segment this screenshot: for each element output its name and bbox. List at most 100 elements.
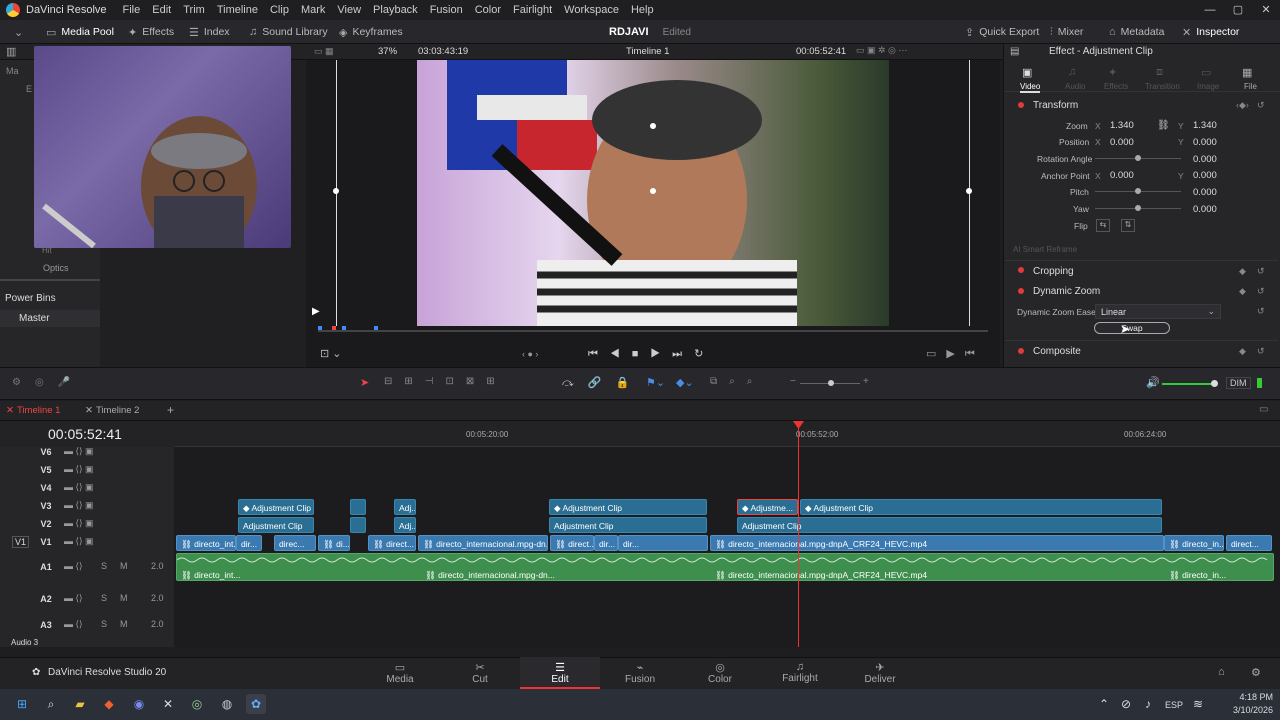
- tab-effects[interactable]: Effects: [1104, 82, 1128, 91]
- adjustment-clip[interactable]: ◆ Adjustment Clip: [238, 499, 314, 515]
- video-clip[interactable]: dir...: [236, 535, 262, 551]
- adjustment-clip[interactable]: [350, 517, 366, 533]
- viewer-options-icon[interactable]: ▭ ▦: [314, 46, 334, 57]
- dim-button[interactable]: DIM: [1226, 377, 1251, 389]
- track-header-v6[interactable]: V6 ▬ ⟨⟩ ▣: [0, 443, 174, 461]
- wifi-icon[interactable]: ≋: [1188, 694, 1208, 714]
- scrubber-bar[interactable]: [318, 330, 988, 332]
- menu-workspace[interactable]: Workspace: [564, 4, 619, 16]
- discord-icon[interactable]: ◉: [129, 694, 149, 714]
- x-app-icon[interactable]: ✕: [158, 694, 178, 714]
- adjustment-clip[interactable]: Adjustment Clip: [238, 517, 314, 533]
- zoom-icons[interactable]: ⧉⌕⌕: [710, 376, 764, 387]
- rotation-field[interactable]: 0.000: [1193, 154, 1217, 165]
- dz-keyframe-icon[interactable]: ◆: [1239, 286, 1246, 297]
- transport-controls[interactable]: ⏮◀■▶⏭↻: [588, 347, 715, 361]
- timeline-viewer[interactable]: ▶ ⊡ ⌄ ‹ ● › ⏮◀■▶⏭↻ ▭▶⏮: [306, 60, 1000, 367]
- reset-icon[interactable]: ↺: [1257, 100, 1265, 111]
- position-x-field[interactable]: 0.000: [1110, 137, 1134, 148]
- viewer-zoom[interactable]: 37%: [378, 46, 397, 57]
- menu-timeline[interactable]: Timeline: [217, 4, 258, 16]
- composite-enable-icon[interactable]: [1018, 348, 1024, 354]
- solo-button[interactable]: S: [101, 593, 107, 603]
- track-header-a2[interactable]: A2 ▬ ⟨⟩ S M 2.0: [0, 590, 174, 608]
- sound-library-button[interactable]: ♫ Sound Library: [249, 20, 328, 44]
- solo-button[interactable]: S: [101, 619, 107, 629]
- keyframes-button[interactable]: ◈ Keyframes: [339, 20, 403, 44]
- clock-date[interactable]: 3/10/2026: [1223, 705, 1273, 715]
- tab-file[interactable]: File: [1244, 82, 1257, 91]
- audio-clip-track[interactable]: ⛓ directo_int... ⛓ directo_internacional…: [176, 553, 1274, 581]
- composite-reset-icon[interactable]: ↺: [1257, 346, 1265, 357]
- yaw-field[interactable]: 0.000: [1193, 204, 1217, 215]
- track-header-v4[interactable]: V4 ▬ ⟨⟩ ▣: [0, 479, 174, 497]
- optics-item[interactable]: Optics: [43, 263, 69, 273]
- tab-video[interactable]: Video: [1020, 82, 1041, 93]
- menu-edit[interactable]: Edit: [152, 4, 171, 16]
- adjustment-clip[interactable]: Adjustment Clip: [737, 517, 1162, 533]
- minimize-icon[interactable]: —: [1196, 0, 1224, 20]
- track-controls-icon[interactable]: ▬ ⟨⟩: [64, 593, 83, 604]
- track-controls-icon[interactable]: ▬ ⟨⟩ ▣: [64, 536, 94, 547]
- viewer-right-controls[interactable]: ▭▶⏮: [926, 347, 985, 361]
- track-controls-icon[interactable]: ▬ ⟨⟩ ▣: [64, 446, 94, 457]
- cropping-section-title[interactable]: Cropping: [1033, 266, 1074, 277]
- swap-button[interactable]: Swap: [1094, 322, 1170, 334]
- track-controls-icon[interactable]: ▬ ⟨⟩ ▣: [64, 518, 94, 529]
- ease-reset-icon[interactable]: ↺: [1257, 306, 1265, 317]
- solo-button[interactable]: S: [101, 561, 107, 571]
- master-bin[interactable]: Master: [0, 310, 100, 327]
- tray-chevron-icon[interactable]: ⌃: [1094, 694, 1114, 714]
- anchor-y-field[interactable]: 0.000: [1193, 170, 1217, 181]
- timeline-selector[interactable]: Timeline 1: [626, 46, 669, 57]
- windows-start-icon[interactable]: ⊞: [12, 694, 32, 714]
- cropping-keyframe-icon[interactable]: ◆: [1239, 266, 1246, 277]
- cropping-enable-icon[interactable]: [1018, 267, 1024, 273]
- video-clip[interactable]: direct...: [1226, 535, 1272, 551]
- menu-help[interactable]: Help: [631, 4, 654, 16]
- metadata-button[interactable]: ⌂ Metadata: [1109, 20, 1164, 44]
- zoom-x-field[interactable]: 1.340: [1110, 120, 1134, 131]
- zoom-y-field[interactable]: 1.340: [1193, 120, 1217, 131]
- track-header-v5[interactable]: V5 ▬ ⟨⟩ ▣: [0, 461, 174, 479]
- link-icon[interactable]: ⛓: [1157, 120, 1170, 131]
- video-clip[interactable]: ⛓ direct...: [550, 535, 594, 551]
- crop-icon[interactable]: ⊡ ⌄: [320, 347, 342, 360]
- tab-timeline-2[interactable]: Timeline 2: [96, 405, 139, 416]
- edit-mode-icons[interactable]: ⊟⊞⊣⊡⊠⊞: [384, 376, 507, 387]
- mixer-button[interactable]: ⫶ Mixer: [1050, 20, 1083, 44]
- page-media[interactable]: ▭ Media: [360, 657, 440, 689]
- timeline-ruler[interactable]: 00:05:20:00 00:05:52:00 00:06:24:00: [174, 421, 1280, 447]
- track-header-a1[interactable]: A1 ▬ ⟨⟩ S M 2.0: [0, 558, 174, 576]
- menu-clip[interactable]: Clip: [270, 4, 289, 16]
- menu-file[interactable]: File: [123, 4, 141, 16]
- composite-section-title[interactable]: Composite: [1033, 346, 1081, 357]
- video-clip[interactable]: dir...: [594, 535, 618, 551]
- track-controls-icon[interactable]: ▬ ⟨⟩ ▣: [64, 482, 94, 493]
- flip-vertical-icon[interactable]: ⇅: [1121, 219, 1135, 232]
- dz-reset-icon[interactable]: ↺: [1257, 286, 1265, 297]
- page-deliver[interactable]: ✈ Deliver: [840, 657, 920, 689]
- mute-button[interactable]: M: [120, 619, 128, 629]
- menu-fusion[interactable]: Fusion: [430, 4, 463, 16]
- menu-playback[interactable]: Playback: [373, 4, 418, 16]
- file-explorer-icon[interactable]: ▰: [70, 694, 90, 714]
- brave-browser-icon[interactable]: ◆: [99, 694, 119, 714]
- video-clip[interactable]: ⛓ directo_in...: [1164, 535, 1224, 551]
- inspector-button[interactable]: ✕ Inspector: [1182, 20, 1239, 44]
- menu-view[interactable]: View: [337, 4, 361, 16]
- adjustment-clip[interactable]: Adjustment Clip: [549, 517, 707, 533]
- flip-horizontal-icon[interactable]: ⇆: [1096, 219, 1110, 232]
- adjustment-clip[interactable]: Adj...: [394, 499, 416, 515]
- video-clip[interactable]: dir...: [618, 535, 708, 551]
- davinci-taskbar-icon[interactable]: ✿: [246, 694, 266, 714]
- language-indicator[interactable]: ESP: [1165, 700, 1183, 710]
- network-icon[interactable]: ⊘: [1116, 694, 1136, 714]
- smart-reframe-label[interactable]: AI Smart Reframe: [1013, 245, 1077, 254]
- menu-color[interactable]: Color: [475, 4, 501, 16]
- adjustment-clip[interactable]: ◆ Adjustment Clip: [549, 499, 707, 515]
- page-cut[interactable]: ✂ Cut: [440, 657, 520, 689]
- play-small-icon[interactable]: ▶: [312, 306, 320, 317]
- tab-audio[interactable]: Audio: [1065, 82, 1085, 91]
- menu-mark[interactable]: Mark: [301, 4, 325, 16]
